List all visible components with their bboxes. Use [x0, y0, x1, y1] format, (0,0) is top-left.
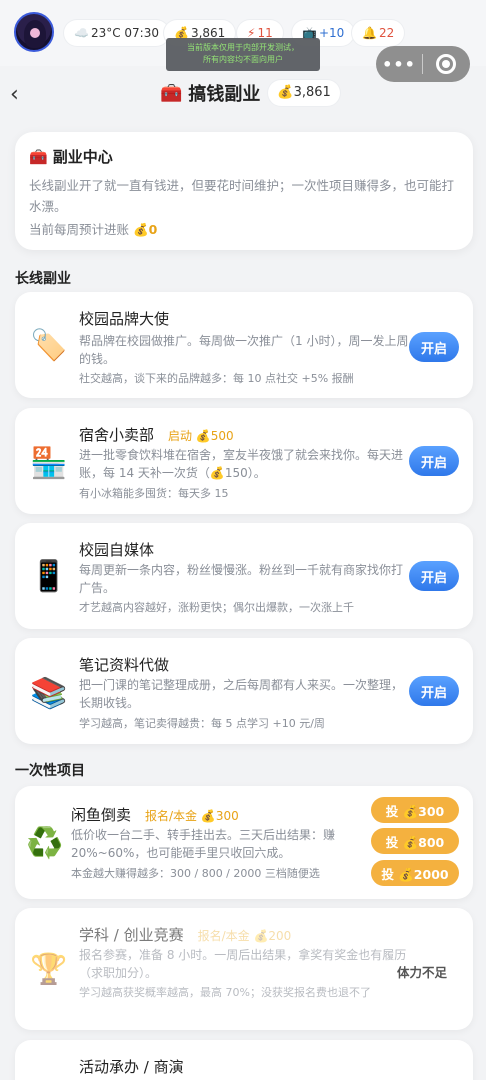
- weather-text: 23°C 07:30: [90, 26, 159, 40]
- hustle-card-campus-ambassador: 🏷️ 校园品牌大使 帮品牌在校园做推广。每周做一次推广（1 小时），周一发上周的…: [15, 292, 473, 398]
- project-note: 本金越大赚得越多：300 / 800 / 2000 三档随便选: [71, 867, 320, 880]
- open-button[interactable]: 开启: [409, 561, 459, 591]
- hustle-name: 宿舍小卖部 启动 💰500: [79, 424, 234, 445]
- header-money-text: 3,861: [293, 85, 331, 100]
- money-bag-icon: 💰: [133, 222, 149, 237]
- hustle-note: 社交越高，谈下来的品牌越多：每 10 点社交 +5% 报酬: [79, 372, 354, 385]
- close-target-icon[interactable]: [436, 54, 456, 74]
- hustle-card-self-media: 📱 校园自媒体 每周更新一条内容，粉丝慢慢涨。粉丝到一千就有商家找你打广告。 才…: [15, 523, 473, 629]
- project-description: 低价收一台二手、转手挂出去。三天后出结果：赚 20%~60%，也可能砸手里只收回…: [71, 828, 336, 860]
- project-card-xianyu-resale: ♻️ 闲鱼倒卖 报名/本金 💰300 低价收一台二手、转手挂出去。三天后出结果：赚…: [15, 786, 473, 899]
- open-button[interactable]: 开启: [409, 676, 459, 706]
- project-name: 学科 / 创业竞赛 报名/本金 💰200: [79, 924, 291, 945]
- alert-chip[interactable]: 🔔 22: [352, 20, 405, 46]
- hustle-note: 才艺越高内容越好，涨粉更快；偶尔出爆款，一次涨上千: [79, 601, 354, 614]
- project-name: 闲鱼倒卖 报名/本金 💰300: [71, 804, 239, 825]
- project-name-text: 闲鱼倒卖: [71, 806, 132, 824]
- hub-title: 🧰 副业中心: [29, 146, 459, 167]
- dev-notice-line2: 所有内容均不面向用户: [203, 55, 283, 64]
- tag-icon: 🏷️: [30, 328, 68, 363]
- project-name-text: 学科 / 创业竞赛: [79, 926, 184, 944]
- trophy-icon: 🏆: [30, 952, 68, 987]
- avatar[interactable]: [14, 12, 54, 52]
- project-description: 报名参赛，准备 8 小时。一周后出结果，拿奖有奖金也有履历（求职加分）。: [79, 948, 407, 980]
- dev-notice: 当前版本仅用于内部开发测试， 所有内容均不面向用户: [166, 38, 320, 71]
- more-icon[interactable]: •••: [376, 55, 422, 74]
- dev-notice-line1: 当前版本仅用于内部开发测试，: [187, 43, 299, 52]
- project-note: 学习越高获奖概率越高，最高 70%；没获奖报名费也退不了: [79, 986, 371, 999]
- header-money-badge: 💰3,861: [268, 80, 340, 106]
- hustle-name: 笔记资料代做: [79, 656, 170, 674]
- project-name: 活动承办 / 商演: [79, 1058, 184, 1076]
- page-title: 搞钱副业: [188, 84, 261, 105]
- invest-300-button[interactable]: 投 💰300: [371, 797, 459, 823]
- insufficient-stamina-label: 体力不足: [396, 965, 447, 980]
- entry-cost: 报名/本金 💰300: [145, 809, 239, 823]
- section-title-one-time: 一次性项目: [15, 763, 85, 779]
- money-bag-icon: 💰: [277, 85, 294, 100]
- mini-program-capsule: •••: [376, 46, 470, 82]
- hustle-name: 校园品牌大使: [79, 310, 170, 328]
- hub-title-text: 副业中心: [52, 148, 113, 166]
- toolbox-icon: 🧰: [29, 148, 48, 166]
- open-button[interactable]: 开启: [409, 446, 459, 476]
- tv-text: +10: [318, 26, 345, 40]
- hustle-card-notes-service: 📚 笔记资料代做 把一门课的笔记整理成册，之后每周都有人来买。一次整理，长期收钱…: [15, 638, 473, 744]
- open-button[interactable]: 开启: [409, 332, 459, 362]
- weather-chip: ☁️ 23°C 07:30: [64, 20, 169, 46]
- hustle-name: 校园自媒体: [79, 541, 155, 559]
- invest-2000-button[interactable]: 投 💰2000: [371, 860, 459, 886]
- hub-weekly-income: 当前每周预计进账 💰0: [29, 219, 459, 238]
- convenience-store-icon: 🏪: [30, 446, 68, 481]
- entry-cost: 报名/本金 💰200: [197, 929, 292, 943]
- hustle-name-text: 宿舍小卖部: [79, 426, 155, 444]
- hub-weekly-label: 当前每周预计进账: [29, 222, 130, 237]
- project-card-competition: 🏆 学科 / 创业竞赛 报名/本金 💰200 报名参赛，准备 8 小时。一周后出结…: [15, 908, 473, 1030]
- hub-weekly-value: 0: [148, 222, 158, 237]
- hub-description: 长线副业开了就一直有钱进，但要花时间维护；一次性项目赚得多，也可能打水漂。: [29, 178, 455, 214]
- back-chevron-icon[interactable]: ‹: [10, 82, 19, 107]
- bell-icon: 🔔: [362, 26, 377, 40]
- toolbox-icon: 🧰: [160, 82, 183, 104]
- invest-800-button[interactable]: 投 💰800: [371, 828, 459, 854]
- page-header: 🧰 搞钱副业 💰3,861: [160, 79, 340, 107]
- hustle-description: 进一批零食饮料堆在宿舍，室友半夜饿了就会来找你。每天进账，每 14 天补一次货（…: [79, 448, 404, 480]
- cloud-icon: ☁️: [74, 26, 89, 40]
- hustle-description: 把一门课的笔记整理成册，之后每周都有人来买。一次整理，长期收钱。: [79, 678, 404, 710]
- side-hustle-hub-card: 🧰 副业中心 长线副业开了就一直有钱进，但要花时间维护；一次性项目赚得多，也可能打…: [15, 132, 473, 250]
- recycle-icon: ♻️: [26, 826, 64, 861]
- hustle-card-dorm-shop: 🏪 宿舍小卖部 启动 💰500 进一批零食饮料堆在宿舍，室友半夜饿了就会来找你。每…: [15, 408, 473, 514]
- books-icon: 📚: [30, 676, 68, 711]
- hustle-note: 有小冰箱能多囤货：每天多 15: [79, 487, 229, 500]
- project-card-event-hosting: 活动承办 / 商演: [15, 1040, 473, 1080]
- hustle-description: 帮品牌在校园做推广。每周做一次推广（1 小时），周一发上周的钱。: [79, 334, 409, 366]
- capsule-divider: [422, 54, 423, 74]
- hustle-description: 每周更新一条内容，粉丝慢慢涨。粉丝到一千就有商家找你打广告。: [79, 563, 404, 595]
- avatar-face: [30, 28, 40, 38]
- hustle-note: 学习越高，笔记卖得越贵：每 5 点学习 +10 元/周: [79, 717, 325, 730]
- section-title-long-term: 长线副业: [15, 271, 71, 287]
- mobile-phone-icon: 📱: [30, 559, 68, 594]
- startup-cost: 启动 💰500: [168, 429, 234, 443]
- alert-count: 22: [378, 26, 395, 40]
